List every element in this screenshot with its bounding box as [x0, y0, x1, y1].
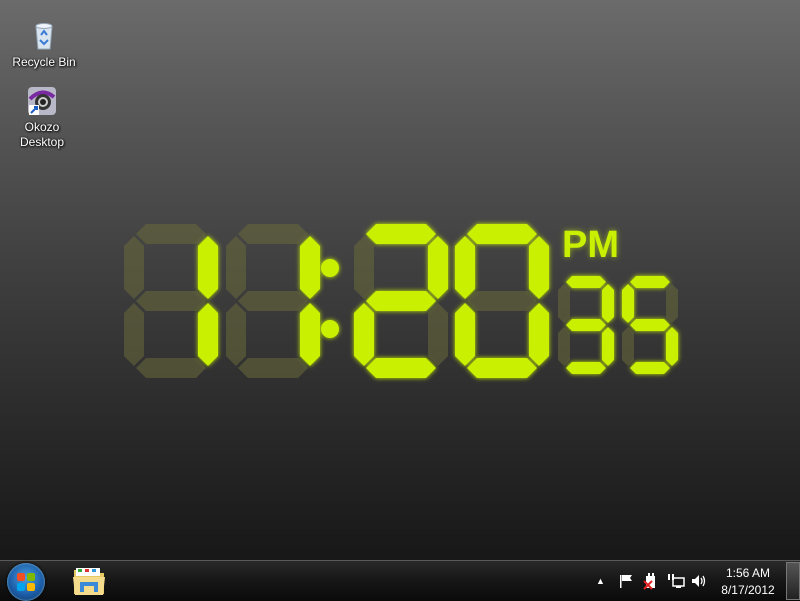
segment-g-on	[366, 291, 436, 311]
taskbar-windows-explorer-button[interactable]	[72, 566, 106, 596]
colon-dot-top	[321, 259, 339, 277]
segment-c-on	[300, 303, 320, 366]
segment-g-off	[238, 291, 308, 311]
action-center-flag-icon	[620, 575, 632, 588]
second-digit-2	[622, 276, 678, 374]
segment-g-off	[467, 291, 537, 311]
volume-button[interactable]	[690, 561, 708, 601]
segment-d-off	[238, 358, 308, 378]
segment-e-off	[622, 327, 634, 366]
segment-d-on	[467, 358, 537, 378]
segment-g-on	[630, 319, 670, 331]
segment-b-on	[602, 284, 614, 323]
second-digit-1	[558, 276, 614, 374]
show-desktop-button[interactable]	[786, 562, 800, 600]
taskbar-time: 1:56 AM	[725, 566, 771, 580]
segment-b-on	[428, 236, 448, 299]
meridiem-label: PM	[562, 224, 619, 266]
windows-logo-icon	[17, 573, 35, 591]
colon-dot-bottom	[321, 320, 339, 338]
segment-f-on	[455, 236, 475, 299]
show-hidden-icons-arrow: ▲	[596, 576, 605, 586]
action-center-button[interactable]	[618, 561, 634, 601]
segment-a-on	[630, 276, 670, 288]
digital-clock-widget[interactable]	[0, 0, 800, 560]
taskbar-clock[interactable]: 1:56 AM 8/17/2012	[716, 565, 780, 599]
segment-d-on	[566, 362, 606, 374]
volume-icon	[692, 575, 706, 587]
segment-f-off	[124, 236, 144, 299]
segment-d-off	[136, 358, 206, 378]
segment-d-on	[366, 358, 436, 378]
segment-a-on	[566, 276, 606, 288]
segment-e-on	[354, 303, 374, 366]
segment-f-off	[354, 236, 374, 299]
segment-e-off	[226, 303, 246, 366]
segment-g-off	[136, 291, 206, 311]
network-icon	[668, 574, 685, 588]
segment-b-off	[666, 284, 678, 323]
segment-b-on	[300, 236, 320, 299]
power-button[interactable]	[642, 561, 658, 601]
segment-a-on	[467, 224, 537, 244]
segment-b-on	[529, 236, 549, 299]
hour-digit-1	[124, 224, 218, 378]
show-hidden-icons-button[interactable]: ▲	[596, 561, 605, 601]
segment-c-on	[602, 327, 614, 366]
minute-digit-2	[455, 224, 549, 378]
power-unplugged-icon	[643, 573, 655, 590]
folder-icon	[73, 568, 105, 595]
segment-d-on	[630, 362, 670, 374]
segment-g-on	[566, 319, 606, 331]
segment-f-on	[622, 284, 634, 323]
segment-c-on	[529, 303, 549, 366]
segment-e-off	[124, 303, 144, 366]
minute-digit-1	[354, 224, 448, 378]
segment-f-off	[558, 284, 570, 323]
segment-b-on	[198, 236, 218, 299]
network-button[interactable]	[667, 561, 685, 601]
taskbar-date: 8/17/2012	[721, 583, 775, 597]
taskbar: ▲ 1:56 AM 8/17/2012	[0, 560, 800, 601]
segment-e-on	[455, 303, 475, 366]
segment-a-off	[238, 224, 308, 244]
hour-digit-2	[226, 224, 320, 378]
segment-f-off	[226, 236, 246, 299]
segment-a-off	[136, 224, 206, 244]
start-button[interactable]	[7, 563, 45, 601]
segment-c-off	[428, 303, 448, 366]
segment-e-off	[558, 327, 570, 366]
segment-a-on	[366, 224, 436, 244]
segment-c-on	[198, 303, 218, 366]
segment-c-on	[666, 327, 678, 366]
